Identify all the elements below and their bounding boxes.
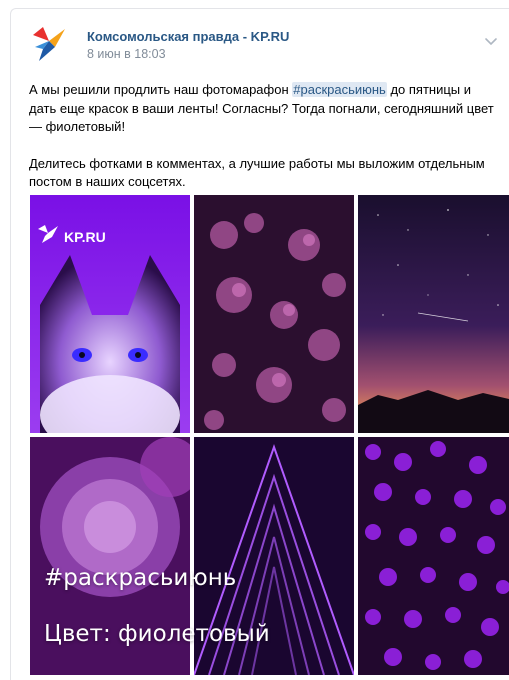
overlay-hashtag: #раскрасьиюнь <box>44 565 237 591</box>
photo-cat[interactable]: KP.RU <box>30 195 190 433</box>
overlay-color-caption: Цвет: фиолетовый <box>44 621 270 647</box>
photo-violet-flowers[interactable] <box>358 437 509 675</box>
post-date[interactable]: 8 июн в 18:03 <box>87 47 166 61</box>
kp-bird-icon <box>38 225 58 243</box>
post-paragraph-1: А мы решили продлить наш фотомарафон #ра… <box>29 81 501 137</box>
chevron-down-icon[interactable] <box>483 33 499 49</box>
kp-swallow-logo-icon <box>33 27 65 61</box>
post-header: Комсомольская правда - KP.RU 8 июн в 18:… <box>29 25 499 65</box>
photo-lilac[interactable] <box>194 195 354 433</box>
community-avatar[interactable] <box>29 25 69 65</box>
post-paragraph-2: Делитесь фотками в комментах, а лучшие р… <box>29 155 485 190</box>
post-card: Комсомольская правда - KP.RU 8 июн в 18:… <box>10 8 509 680</box>
hashtag-link[interactable]: #раскрасьиюнь <box>292 82 387 97</box>
post-text-part: А мы решили продлить наш фотомарафон <box>29 82 293 97</box>
photo-collage[interactable]: KP.RU #раскрасьиюнь Цвет: фиолетовый <box>30 195 509 675</box>
photo-night-sky[interactable] <box>358 195 509 433</box>
kp-logo-text: KP.RU <box>64 229 106 245</box>
post-author[interactable]: Комсомольская правда - KP.RU <box>87 29 289 44</box>
post-text: А мы решили продлить наш фотомарафон #ра… <box>29 81 501 192</box>
